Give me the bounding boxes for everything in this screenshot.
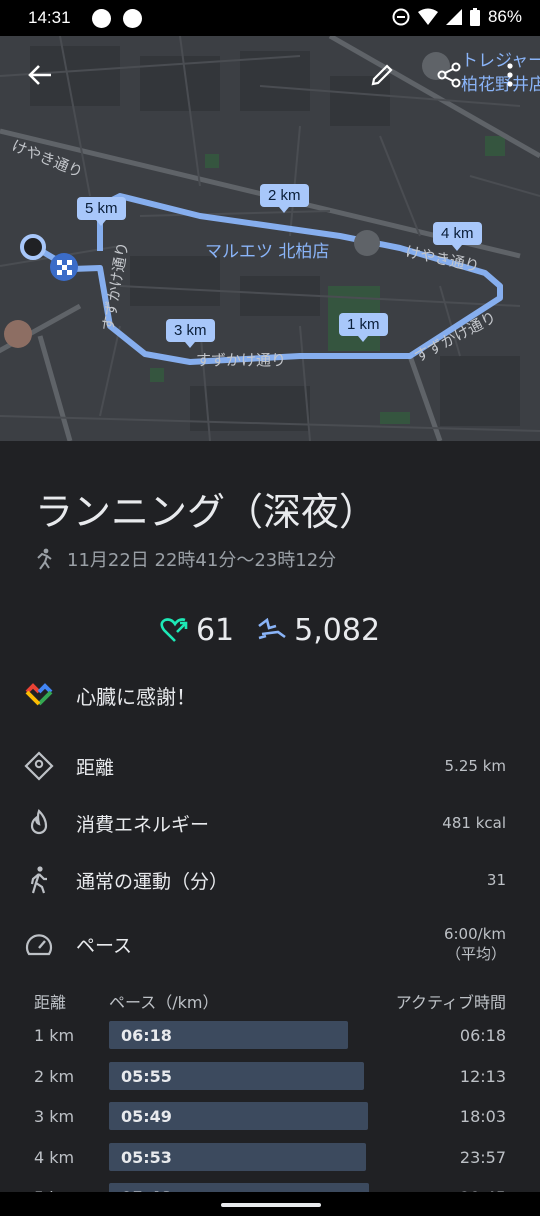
metric-label: 消費エネルギー: [76, 813, 210, 836]
metric-label: ペース: [76, 935, 133, 957]
battery-percent: 86%: [487, 7, 522, 26]
km-marker: 3 km: [166, 319, 215, 348]
notification-dot-icon: [92, 9, 111, 28]
more-vert-icon: [507, 63, 513, 87]
steps-icon: [258, 617, 286, 639]
km-marker: 1 km: [339, 313, 388, 342]
activity-detail-sheet[interactable]: ランニング（深夜） 11月22日 22時41分～23時12分 61 5,082 …: [0, 441, 540, 1216]
km-marker: 4 km: [433, 222, 482, 251]
pace-average-label: （平均）: [445, 945, 506, 963]
split-pace: 05:53: [121, 1147, 172, 1167]
share-button[interactable]: [431, 57, 467, 93]
status-bar: 14:31 86%: [0, 0, 540, 36]
heart-message-row: 心臓に感謝！: [24, 681, 196, 710]
signal-icon: [445, 9, 462, 25]
split-time: 12:13: [459, 1066, 506, 1086]
datetime-text: 11月22日 22時41分～23時12分: [67, 550, 337, 571]
summary-stats: 61 5,082: [0, 613, 540, 648]
more-options-button[interactable]: [492, 57, 528, 93]
metric-move-minutes: 通常の運動（分） 31: [24, 865, 506, 895]
split-row: 1 km 06:18 06:18: [0, 1019, 540, 1051]
split-time: 23:57: [459, 1147, 506, 1167]
street-label: すずかけ通り: [196, 351, 287, 369]
split-time: 18:03: [459, 1107, 506, 1127]
navigation-bar: [0, 1192, 540, 1216]
pace-value: 6:00/km: [443, 925, 506, 943]
running-person-icon: [37, 548, 52, 570]
split-row: 3 km 05:49 18:03: [0, 1100, 540, 1132]
splits-pace-header: ペース（/km）: [109, 993, 219, 1012]
metric-label: 距離: [76, 756, 115, 779]
heart-points-value: 61: [195, 613, 235, 648]
back-arrow-icon: [28, 65, 51, 85]
location-diamond-icon: [24, 751, 54, 781]
metric-value: 6:00/km （平均）: [444, 925, 506, 964]
km-marker: 5 km: [77, 197, 126, 226]
wifi-icon: [417, 8, 438, 25]
status-time: 14:31: [28, 8, 71, 27]
activity-datetime-row: 11月22日 22時41分～23時12分: [35, 546, 336, 572]
km-marker: 2 km: [260, 184, 309, 213]
battery-icon: [469, 8, 480, 26]
split-row: 4 km 05:53 23:57: [0, 1141, 540, 1173]
status-icons: 86%: [392, 7, 522, 27]
home-gesture-handle[interactable]: [221, 1203, 321, 1207]
place-label: マルエツ 北柏店: [205, 242, 330, 262]
google-fit-heart-icon: [25, 682, 53, 705]
share-icon: [437, 62, 461, 88]
split-distance: 4 km: [34, 1147, 75, 1167]
speedometer-icon: [24, 930, 54, 960]
do-not-disturb-icon: [392, 8, 410, 26]
heart-points-icon: [160, 617, 188, 642]
split-pace: 05:55: [121, 1066, 172, 1086]
split-distance: 1 km: [34, 1026, 75, 1045]
notification-dot-icon: [123, 9, 142, 28]
split-pace: 06:18: [121, 1026, 172, 1045]
splits-distance-header: 距離: [34, 993, 67, 1012]
steps-value: 5,082: [294, 613, 381, 648]
pencil-icon: [371, 64, 393, 86]
flame-icon: [24, 808, 54, 838]
steps-stat: 5,082: [256, 613, 380, 648]
split-row: 2 km 05:55 12:13: [0, 1060, 540, 1092]
heart-message: 心臓に感謝！: [76, 685, 196, 709]
metric-pace: ペース 6:00/km （平均）: [24, 925, 506, 964]
split-distance: 3 km: [34, 1107, 75, 1127]
metric-energy: 消費エネルギー 481 kcal: [24, 808, 506, 838]
activity-title: ランニング（深夜）: [35, 490, 378, 534]
split-pace: 05:49: [121, 1107, 172, 1127]
walking-person-icon: [24, 865, 54, 895]
splits-time-header: アクティブ時間: [395, 993, 506, 1012]
metric-value: 481 kcal: [442, 814, 506, 832]
route-map[interactable]: けやき通り すずかけ通り すずかけ通り けやき通り すずかけ通り マルエツ 北柏…: [0, 36, 540, 441]
split-time: 06:18: [459, 1026, 506, 1045]
metric-value: 5.25 km: [444, 757, 506, 775]
metric-distance: 距離 5.25 km: [24, 751, 506, 781]
heart-points-stat: 61: [160, 613, 234, 648]
metric-label: 通常の運動（分）: [76, 870, 229, 893]
split-distance: 2 km: [34, 1066, 75, 1086]
metric-value: 31: [486, 871, 506, 889]
back-button[interactable]: [22, 57, 58, 93]
edit-button[interactable]: [364, 57, 400, 93]
